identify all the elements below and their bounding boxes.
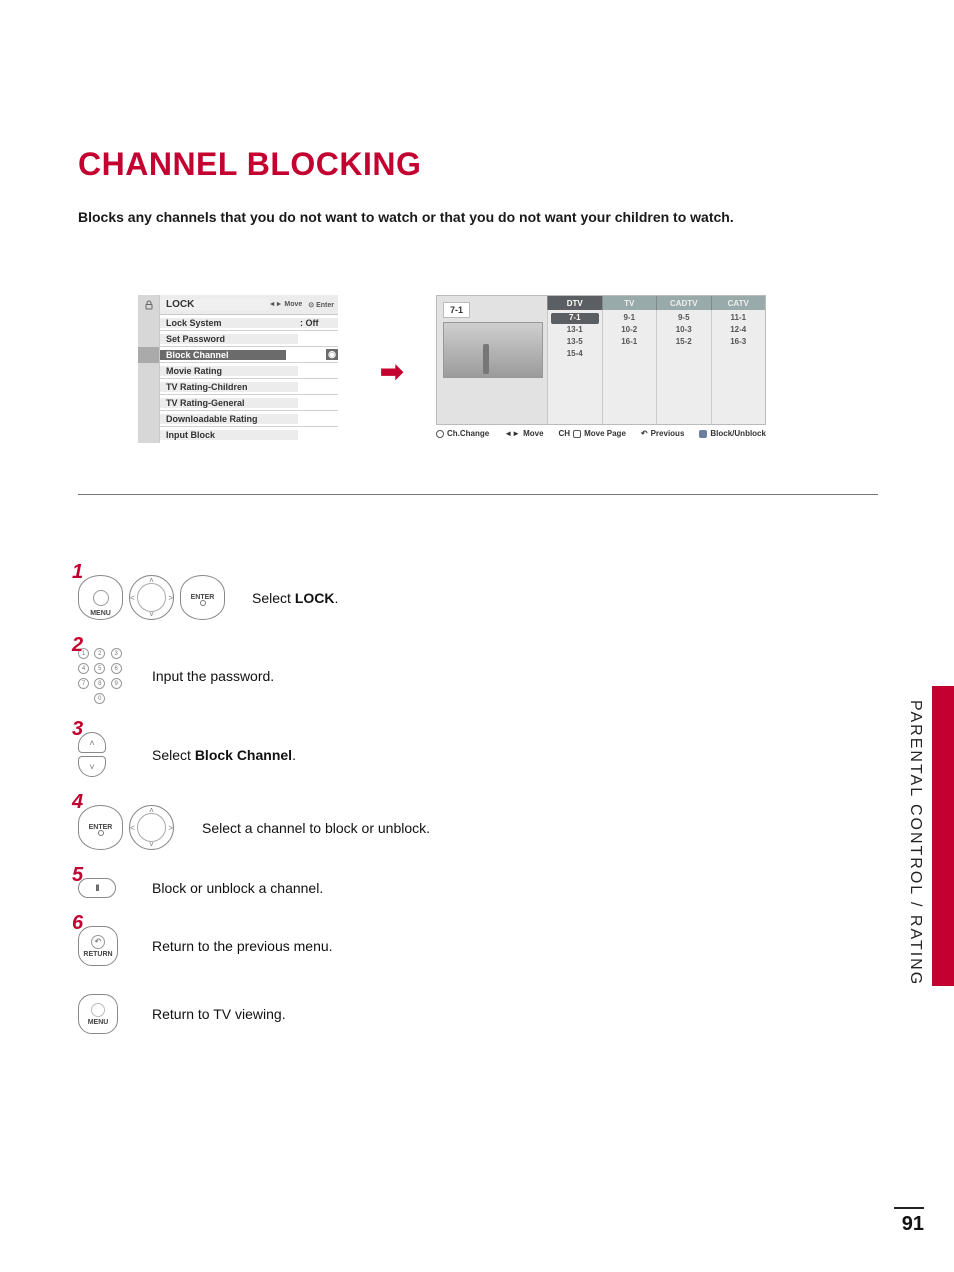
step-text: Return to the previous menu.	[152, 938, 333, 954]
lock-menu-item: Block Channel ◉	[138, 347, 338, 363]
channel-cell: 10-3	[660, 325, 708, 336]
channel-column: 11-112-416-3	[711, 310, 766, 424]
lock-menu-item: Lock System: Off	[138, 315, 338, 331]
step-text: Select a channel to block or unblock.	[202, 820, 430, 836]
lock-menu-title: LOCK	[160, 299, 269, 310]
lock-menu-hints: ◄► Move ⊙ Enter	[269, 301, 338, 309]
updown-icon: ˄˅	[78, 732, 106, 777]
lock-menu-item: TV Rating-Children	[138, 379, 338, 395]
block-button-icon: II	[78, 878, 116, 898]
step-6: 6 ↶ RETURN Return to the previous menu.	[78, 926, 878, 966]
step-number: 6	[72, 912, 83, 935]
channel-cell: 9-1	[606, 313, 654, 324]
side-tab-accent	[932, 686, 954, 986]
channel-cell: 7-1	[551, 313, 599, 324]
channel-tab: DTV	[547, 296, 602, 310]
enter-button-icon: ENTER	[78, 805, 123, 850]
step-text: Return to TV viewing.	[152, 1006, 286, 1022]
menu-button-icon: MENU	[78, 575, 123, 620]
lock-menu: LOCK ◄► Move ⊙ Enter Lock System: OffSet…	[138, 295, 338, 443]
channel-cell: 10-2	[606, 325, 654, 336]
step-number: 2	[72, 634, 83, 657]
step-final: MENU Return to TV viewing.	[78, 994, 878, 1034]
channel-hints: Ch.Change ◄► Move CH Move Page ↶ Previou…	[436, 429, 766, 438]
menu-button-icon: MENU	[78, 994, 118, 1034]
channel-cell: 16-3	[715, 337, 763, 348]
menu-item-label: Set Password	[160, 334, 298, 344]
lock-menu-item: TV Rating-General	[138, 395, 338, 411]
channel-tab: TV	[602, 296, 657, 310]
dpad-icon: ˄˅˂˃	[129, 575, 174, 620]
step-number: 1	[72, 561, 83, 584]
menu-item-icon	[138, 315, 160, 331]
menu-item-label: Block Channel	[160, 350, 286, 360]
menu-item-icon	[138, 347, 160, 363]
arrow-icon: ➡	[380, 355, 403, 388]
menu-item-icon	[138, 427, 160, 443]
channel-cell: 15-2	[660, 337, 708, 348]
channel-cell: 13-1	[551, 325, 599, 336]
menu-item-label: Input Block	[160, 430, 298, 440]
step-3: 3 ˄˅ Select Block Channel.	[78, 732, 878, 777]
step-text: Input the password.	[152, 668, 274, 684]
channel-cell: 16-1	[606, 337, 654, 348]
menu-item-icon	[138, 395, 160, 411]
channel-column: 9-110-216-1	[602, 310, 657, 424]
lock-menu-item: Input Block	[138, 427, 338, 443]
channel-cell: 15-4	[551, 349, 599, 360]
lock-header-icon	[138, 295, 160, 315]
menu-item-icon	[138, 331, 160, 347]
step-2: 2 123 456 789 0 Input the password.	[78, 648, 878, 704]
dpad-icon: ˄˅˂˃	[129, 805, 174, 850]
channel-cell: 12-4	[715, 325, 763, 336]
enter-button-icon: ENTER	[180, 575, 225, 620]
lock-menu-item: Movie Rating	[138, 363, 338, 379]
menu-item-label: TV Rating-General	[160, 398, 298, 408]
channel-column: 9-510-315-2	[656, 310, 711, 424]
menu-item-value: : Off	[298, 318, 338, 328]
channel-list: 7-1 DTVTVCADTVCATV 7-113-113-515-49-110-…	[436, 295, 766, 438]
screenshots-row: LOCK ◄► Move ⊙ Enter Lock System: OffSet…	[78, 295, 878, 495]
channel-tab: CATV	[711, 296, 766, 310]
menu-item-label: Lock System	[160, 318, 298, 328]
channel-tab: CADTV	[656, 296, 711, 310]
step-5: 5 II Block or unblock a channel.	[78, 878, 878, 898]
channel-cell: 13-5	[551, 337, 599, 348]
number-pad-icon: 123 456 789 0	[78, 648, 123, 704]
lock-menu-item: Downloadable Rating	[138, 411, 338, 427]
menu-item-icon	[138, 411, 160, 427]
channel-cell: 9-5	[660, 313, 708, 324]
lock-menu-header: LOCK ◄► Move ⊙ Enter	[138, 295, 338, 315]
channel-preview: 7-1	[437, 296, 547, 424]
lock-menu-item: Set Password	[138, 331, 338, 347]
selected-bullet-icon: ◉	[326, 349, 338, 360]
channel-column: 7-113-113-515-4	[547, 310, 602, 424]
current-channel-number: 7-1	[443, 302, 470, 318]
return-button-icon: ↶ RETURN	[78, 926, 118, 966]
step-1: 1 MENU ˄˅˂˃ ENTER Select LOCK.	[78, 575, 878, 620]
page-title: CHANNEL BLOCKING	[78, 146, 878, 183]
page-number: 91	[894, 1207, 924, 1236]
menu-item-icon	[138, 379, 160, 395]
preview-thumbnail	[443, 322, 543, 378]
intro-text: Blocks any channels that you do not want…	[78, 209, 878, 225]
step-text: Block or unblock a channel.	[152, 880, 323, 896]
step-text: Select Block Channel.	[152, 747, 296, 763]
menu-item-label: TV Rating-Children	[160, 382, 298, 392]
step-text: Select LOCK.	[252, 590, 338, 606]
channel-cell: 11-1	[715, 313, 763, 324]
step-4: 4 ENTER ˄˅˂˃ Select a channel to block o…	[78, 805, 878, 850]
menu-item-icon	[138, 363, 160, 379]
step-number: 4	[72, 791, 83, 814]
section-label: PARENTAL CONTROL / RATING	[906, 700, 924, 986]
menu-item-label: Movie Rating	[160, 366, 298, 376]
step-number: 5	[72, 864, 83, 887]
menu-item-label: Downloadable Rating	[160, 414, 298, 424]
